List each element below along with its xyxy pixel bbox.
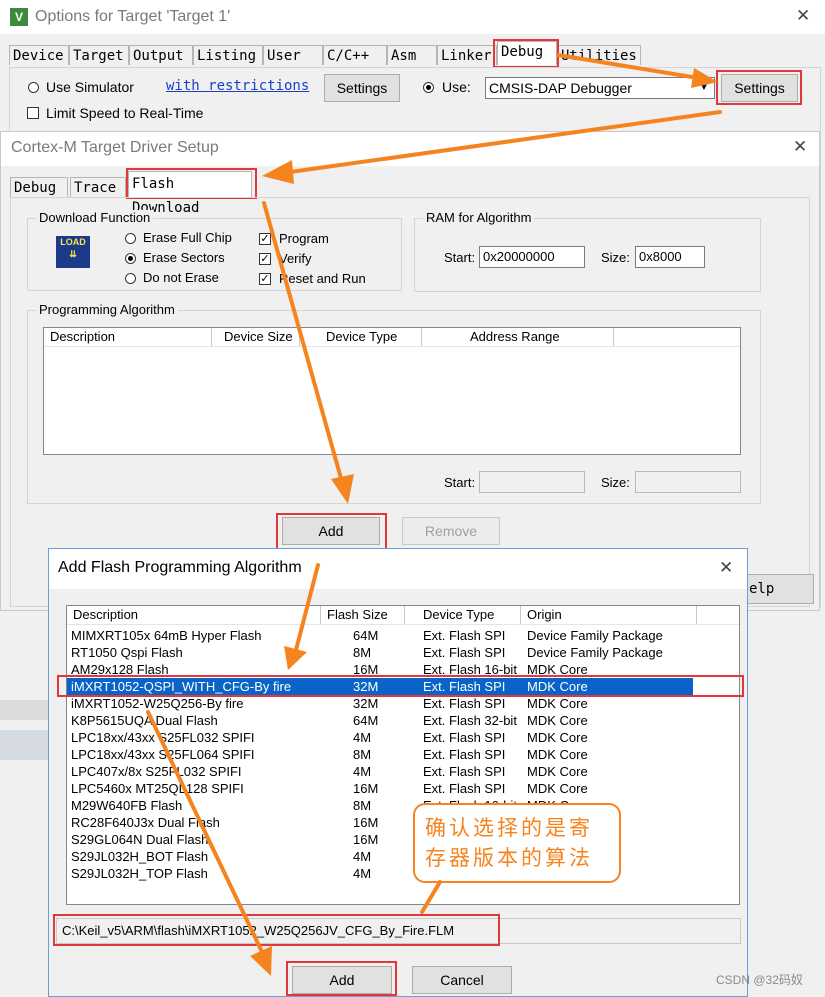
arrowhead-list (284, 646, 307, 670)
arrow-settings-to-flash-tab (288, 110, 722, 174)
arrowhead-settings (262, 160, 294, 184)
annotation-arrows (146, 53, 722, 976)
arrowhead-add (331, 474, 354, 504)
arrow-list-to-add (146, 710, 264, 954)
arrowhead-debug (691, 68, 718, 88)
arrow-add-to-list (294, 563, 320, 652)
arrow-callout (420, 880, 442, 914)
arrow-debug-to-settings (556, 53, 700, 80)
arrow-flash-tab-to-add (262, 201, 344, 484)
